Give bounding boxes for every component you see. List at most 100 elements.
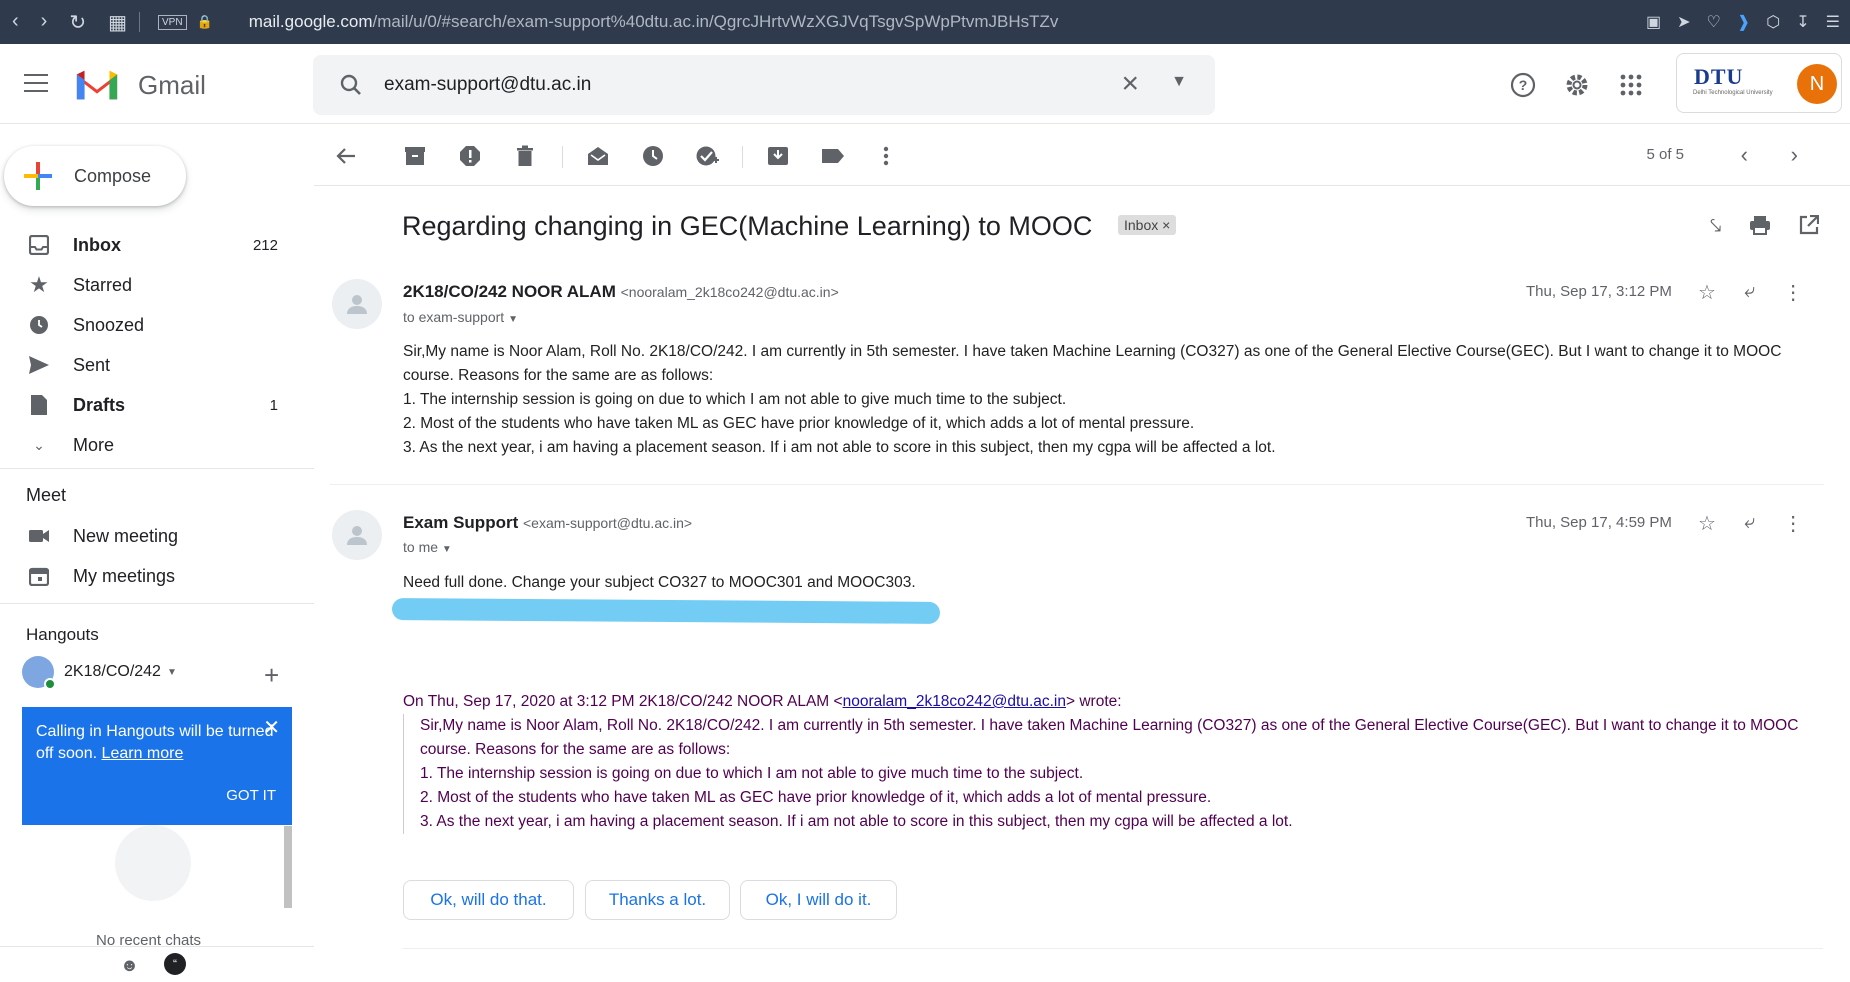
clear-search-icon[interactable]: ×	[1121, 67, 1139, 101]
message-body: Sir,My name is Noor Alam, Roll No. 2K18/…	[403, 343, 1782, 456]
move-to-icon[interactable]	[766, 144, 790, 168]
search-icon[interactable]	[339, 73, 363, 97]
reply-icon[interactable]: ⤶	[1744, 280, 1755, 305]
recipient-line[interactable]: to me ▼	[403, 539, 452, 555]
reload-icon[interactable]: ↻	[69, 10, 86, 35]
main-menu-icon[interactable]	[24, 74, 48, 98]
sender-avatar[interactable]	[332, 510, 382, 560]
lock-icon: 🔒	[196, 14, 213, 29]
send-icon[interactable]: ➤	[1677, 12, 1690, 32]
message-separator	[403, 948, 1823, 949]
mark-unread-icon[interactable]	[586, 144, 610, 168]
more-vert-icon[interactable]: ⋮	[1783, 280, 1803, 305]
back-to-list-icon[interactable]	[334, 144, 358, 168]
chevron-down-icon: ⌄	[33, 436, 45, 453]
sender-email-link[interactable]: nooralam_2k18co242@dtu.ac.in	[843, 693, 1066, 710]
help-icon[interactable]: ?	[1508, 70, 1538, 100]
star-icon[interactable]: ☆	[1698, 511, 1716, 536]
recipient-line[interactable]: to exam-support ▼	[403, 309, 518, 325]
search-bar[interactable]: exam-support@dtu.ac.in × ▼	[313, 55, 1215, 115]
meet-title: Meet	[26, 485, 67, 505]
smart-reply-button[interactable]: Ok, I will do it.	[740, 880, 897, 920]
url-bar[interactable]: mail.google.com/mail/u/0/#search/exam-su…	[249, 12, 1059, 32]
new-chat-plus-icon[interactable]: +	[264, 660, 279, 691]
grid-icon[interactable]: ▦	[108, 10, 127, 35]
remove-label-icon[interactable]: ×	[1162, 217, 1170, 233]
inbox-label-chip[interactable]: Inbox ×	[1118, 215, 1177, 235]
sidebar-divider	[0, 603, 314, 604]
open-new-window-icon[interactable]	[1799, 214, 1820, 241]
vpn-badge[interactable]: VPN	[158, 14, 187, 30]
sidebar-item-drafts[interactable]: Drafts 1	[0, 386, 300, 424]
avatar[interactable]: N	[1797, 64, 1837, 104]
calendar-icon	[28, 565, 50, 587]
gmail-logo-icon[interactable]	[74, 66, 120, 102]
back-icon[interactable]: ‹	[12, 10, 19, 35]
star-icon: ★	[29, 272, 49, 297]
quoted-text: Sir,My name is Noor Alam, Roll No. 2K18/…	[403, 714, 1823, 834]
person-icon[interactable]: ☻	[120, 955, 139, 976]
caret-down-icon: ▼	[508, 314, 518, 325]
compose-button[interactable]: Compose	[4, 146, 186, 206]
delete-icon[interactable]	[513, 144, 537, 168]
sender-name[interactable]: 2K18/CO/242 NOOR ALAM <nooralam_2k18co24…	[403, 282, 839, 302]
sender-name[interactable]: Exam Support <exam-support@dtu.ac.in>	[403, 513, 692, 533]
more-options-icon[interactable]	[874, 144, 898, 168]
apps-icon[interactable]	[1616, 70, 1646, 100]
inbox-icon	[28, 234, 50, 256]
email-subject: Regarding changing in GEC(Machine Learni…	[402, 211, 1093, 241]
clock-icon	[28, 314, 50, 336]
chevron-right-icon[interactable]: ›	[1791, 142, 1798, 168]
archive-icon[interactable]	[403, 144, 427, 168]
message-date: Thu, Sep 17, 3:12 PM	[1526, 283, 1672, 300]
box-icon[interactable]: ⬡	[1766, 12, 1780, 32]
print-icon[interactable]	[1749, 215, 1771, 241]
dtu-logo: DTU	[1694, 64, 1744, 89]
chevron-left-icon[interactable]: ‹	[1741, 142, 1748, 168]
got-it-button[interactable]: GOT IT	[226, 785, 276, 807]
message-toolbar: 5 of 5 ‹ ›	[314, 124, 1850, 186]
draft-icon	[28, 394, 50, 416]
smart-reply-button[interactable]: Ok, will do that.	[403, 880, 574, 920]
sender-avatar[interactable]	[332, 279, 382, 329]
meet-new-meeting[interactable]: New meeting	[0, 517, 300, 555]
meet-my-meetings[interactable]: My meetings	[0, 557, 300, 595]
message-separator	[330, 484, 1824, 485]
camera-icon[interactable]: ▣	[1646, 12, 1661, 32]
dtu-logo-subtitle: Delhi Technological University	[1693, 90, 1773, 96]
add-to-tasks-icon[interactable]	[696, 144, 720, 168]
search-options-icon[interactable]: ▼	[1171, 73, 1187, 91]
hangouts-user[interactable]: 2K18/CO/242 ▼	[22, 656, 177, 690]
caret-down-icon[interactable]: ▼	[167, 667, 177, 678]
sidebar-item-more[interactable]: ⌄ More	[0, 426, 300, 464]
sidebar-item-snoozed[interactable]: Snoozed	[0, 306, 300, 344]
scrollbar[interactable]	[284, 826, 292, 908]
account-switcher[interactable]: DTU Delhi Technological University N	[1676, 53, 1842, 113]
heart-icon[interactable]: ♡	[1707, 12, 1721, 32]
extension-icon[interactable]: ❱	[1737, 12, 1750, 32]
reply-icon[interactable]: ⤶	[1744, 511, 1755, 536]
sidebar-item-starred[interactable]: ★ Starred	[0, 266, 300, 304]
close-icon[interactable]: ✕	[263, 717, 280, 739]
star-icon[interactable]: ☆	[1698, 280, 1716, 305]
svg-text:?: ?	[1519, 77, 1528, 93]
smart-reply-button[interactable]: Thanks a lot.	[585, 880, 730, 920]
menu-icon[interactable]: ☰	[1826, 12, 1840, 32]
hangouts-quote-icon[interactable]: “	[164, 953, 186, 975]
gmail-wordmark[interactable]: Gmail	[138, 70, 206, 101]
learn-more-link[interactable]: Learn more	[102, 745, 184, 762]
caret-down-icon: ▼	[441, 544, 452, 555]
report-spam-icon[interactable]	[458, 144, 482, 168]
forward-icon[interactable]: ›	[41, 10, 48, 35]
labels-icon[interactable]	[821, 144, 845, 168]
search-input[interactable]: exam-support@dtu.ac.in	[384, 74, 591, 96]
settings-icon[interactable]	[1562, 70, 1592, 100]
message-date: Thu, Sep 17, 4:59 PM	[1526, 514, 1672, 531]
snooze-icon[interactable]	[641, 144, 665, 168]
sidebar-item-inbox[interactable]: Inbox 212	[0, 226, 300, 264]
chat-bubble-icon	[115, 825, 191, 901]
download-icon[interactable]: ↧	[1796, 12, 1809, 32]
sidebar-item-sent[interactable]: Sent	[0, 346, 300, 384]
collapse-all-icon[interactable]: ⤥	[1710, 215, 1721, 241]
more-vert-icon[interactable]: ⋮	[1783, 511, 1803, 536]
